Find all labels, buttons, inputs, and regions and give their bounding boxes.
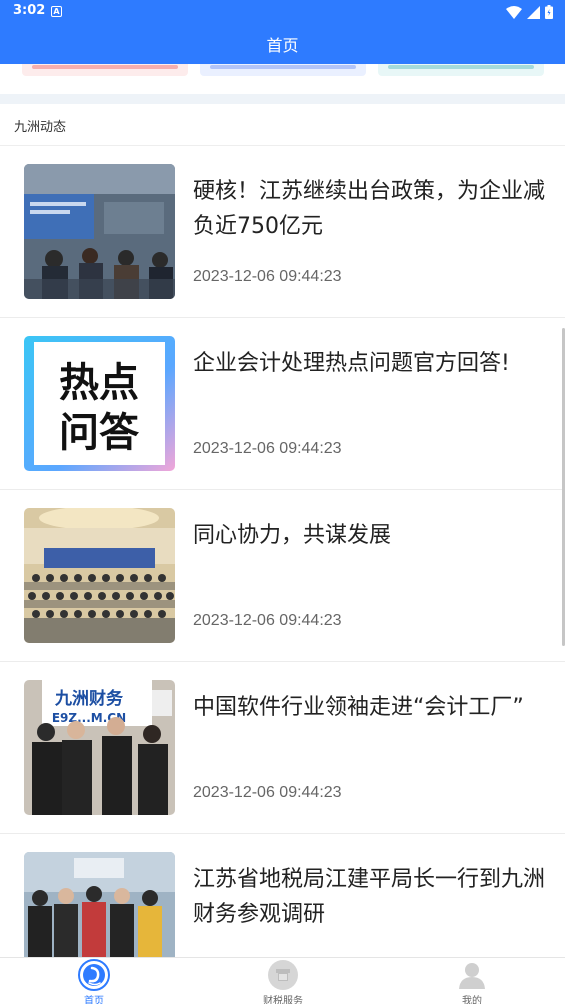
tab-home[interactable]: 首页 (34, 958, 154, 1004)
news-item[interactable]: 热点 问答 企业会计处理热点问题官方回答! 2023-12-06 09:44:2… (0, 318, 565, 490)
banner-chip[interactable] (200, 64, 366, 76)
tab-label: 我的 (462, 996, 482, 1004)
news-title: 企业会计处理热点问题官方回答! (193, 351, 510, 376)
news-date: 2023-12-06 09:44:23 (193, 268, 342, 285)
news-title: 硬核！江苏继续出台政策，为企业减负近750亿元 (193, 179, 546, 239)
app-header: 首页 (0, 24, 565, 64)
news-thumbnail (24, 852, 175, 957)
news-date: 2023-12-06 09:44:23 (193, 440, 342, 457)
thumb-text: 问答 (59, 410, 140, 456)
page-title: 首页 (266, 36, 299, 55)
section-header: 九洲动态 (0, 104, 565, 146)
news-list[interactable]: 硬核！江苏继续出台政策，为企业减负近750亿元 2023-12-06 09:44… (0, 146, 565, 957)
news-thumbnail: 热点 问答 (24, 336, 175, 471)
news-title: 江苏省地税局江建平局长一行到九洲财务参观调研 (193, 867, 546, 927)
home-icon (78, 959, 110, 991)
news-item[interactable]: 九洲财务 E9Z...M.CN 中国软件行业领袖走进“会计工厂” 2023-12… (0, 662, 565, 834)
news-thumbnail (24, 508, 175, 643)
status-icons (506, 5, 553, 19)
banner-chip[interactable] (22, 64, 188, 76)
status-bar: 3:02 A (0, 0, 565, 24)
thumb-text: 热点 (59, 360, 139, 406)
wifi-icon (506, 5, 522, 19)
section-title: 九洲动态 (14, 120, 67, 135)
thumb-text: 九洲财务 (54, 688, 124, 709)
news-date: 2023-12-06 09:44:23 (193, 612, 342, 629)
news-item[interactable]: 同心协力，共谋发展 2023-12-06 09:44:23 (0, 490, 565, 662)
news-date: 2023-12-06 09:44:23 (193, 784, 342, 801)
news-item[interactable]: 硬核！江苏继续出台政策，为企业减负近750亿元 2023-12-06 09:44… (0, 146, 565, 318)
news-thumbnail (24, 164, 175, 299)
scrolled-banner-strip (0, 64, 565, 94)
notification-icon: A (51, 6, 62, 17)
news-item[interactable]: 江苏省地税局江建平局长一行到九洲财务参观调研 (0, 834, 565, 957)
banner-chip[interactable] (378, 64, 544, 76)
bottom-tab-bar: 首页 财税服务 我的 (0, 957, 565, 1004)
signal-icon (527, 5, 540, 19)
tab-label: 财税服务 (263, 996, 303, 1004)
service-icon (268, 960, 298, 990)
tab-tax-service[interactable]: 财税服务 (223, 958, 343, 1004)
status-time: 3:02 (13, 3, 46, 18)
section-divider (0, 94, 565, 104)
news-thumbnail: 九洲财务 E9Z...M.CN (24, 680, 175, 815)
battery-icon (545, 5, 553, 19)
news-title: 中国软件行业领袖走进“会计工厂” (193, 695, 524, 720)
profile-icon (459, 963, 485, 989)
tab-label: 首页 (84, 996, 104, 1004)
news-title: 同心协力，共谋发展 (193, 523, 392, 548)
tab-profile[interactable]: 我的 (412, 958, 532, 1004)
